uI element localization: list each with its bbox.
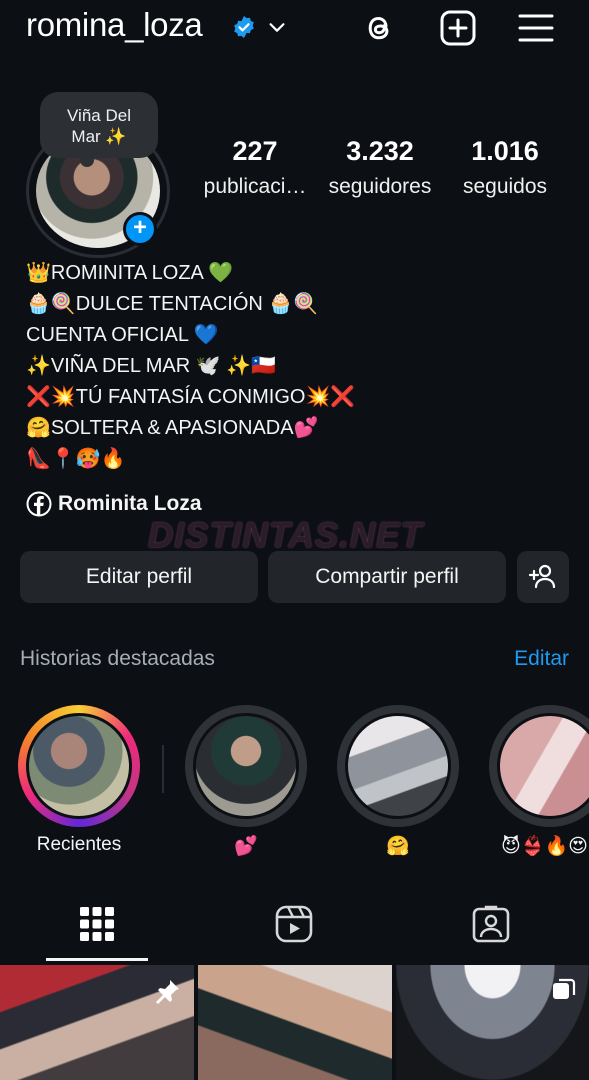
- profile-note-bubble[interactable]: Viña Del Mar ✨: [40, 92, 158, 167]
- highlight-label: 😈👙🔥😍: [501, 836, 588, 857]
- carousel-icon: [553, 978, 576, 999]
- facebook-profile-link[interactable]: Rominita Loza: [26, 490, 202, 518]
- stat-following[interactable]: 1.016 seguidos: [452, 136, 558, 199]
- pin-icon: [156, 980, 179, 1004]
- new-post-icon[interactable]: [438, 8, 478, 48]
- bio-line: CUENTA OFICIAL 💙: [26, 324, 219, 346]
- threads-icon[interactable]: [359, 8, 399, 48]
- reels-icon[interactable]: [275, 905, 313, 943]
- highlight-label: 🤗: [386, 836, 410, 857]
- bio-line: 🧁🍭DULCE TENTACIÓN 🧁🍭: [26, 293, 319, 315]
- profile-tabs: [0, 890, 589, 962]
- bio-line: ✨VIÑA DEL MAR 🕊️ ✨🇨🇱: [26, 355, 277, 377]
- highlight-cover: [193, 713, 299, 819]
- highlight-label: 💕: [234, 836, 258, 857]
- highlight-label: Recientes: [36, 834, 122, 855]
- top-bar: romina_loza: [0, 0, 589, 60]
- highlight-divider: [162, 745, 164, 793]
- stat-posts-label: publicaci…: [203, 175, 307, 198]
- verified-badge-icon: [234, 16, 254, 38]
- discover-people-button[interactable]: [517, 551, 569, 603]
- active-tab-indicator: [46, 958, 148, 961]
- share-profile-button[interactable]: Compartir perfil: [268, 551, 506, 603]
- post-thumbnail[interactable]: [0, 965, 194, 1080]
- watermark-text: DISTINTAS.NET: [148, 516, 423, 555]
- bio-line: 👑ROMINITA LOZA 💚: [26, 262, 234, 284]
- highlight-cover: [497, 713, 589, 819]
- highlight-recientes[interactable]: [18, 705, 140, 827]
- tagged-icon[interactable]: [472, 905, 510, 943]
- highlight-item[interactable]: [489, 705, 589, 827]
- bio-line: 👠📍🥵🔥: [26, 448, 126, 470]
- add-person-icon: [528, 564, 556, 589]
- highlight-cover: [26, 713, 132, 819]
- highlight-item[interactable]: [185, 705, 307, 827]
- stat-followers[interactable]: 3.232 seguidores: [320, 136, 440, 199]
- highlight-cover: [345, 713, 451, 819]
- highlight-item[interactable]: [337, 705, 459, 827]
- chevron-down-icon[interactable]: [266, 16, 288, 38]
- bio-line: 🤗SOLTERA & APASIONADA💕: [26, 417, 319, 439]
- profile-username[interactable]: romina_loza: [26, 6, 203, 44]
- stat-following-count: 1.016: [471, 136, 539, 166]
- stat-followers-label: seguidores: [328, 175, 432, 198]
- grid-icon[interactable]: [78, 905, 116, 943]
- facebook-link-label: Rominita Loza: [58, 492, 202, 515]
- edit-profile-button[interactable]: Editar perfil: [20, 551, 258, 603]
- bio-line: ❌💥TÚ FANTASÍA CONMIGO💥❌: [26, 386, 356, 408]
- add-story-plus-icon[interactable]: +: [123, 212, 157, 246]
- post-thumbnail[interactable]: [198, 965, 392, 1080]
- stat-followers-count: 3.232: [346, 136, 414, 166]
- highlights-title: Historias destacadas: [20, 647, 215, 670]
- post-thumbnail[interactable]: [396, 965, 589, 1080]
- highlights-edit-link[interactable]: Editar: [514, 647, 569, 671]
- facebook-icon: [26, 491, 52, 517]
- profile-note-text: Viña Del Mar ✨: [67, 106, 131, 146]
- stat-posts-count: 227: [232, 136, 278, 166]
- profile-bio: 👑ROMINITA LOZA 💚 🧁🍭DULCE TENTACIÓN 🧁🍭 CU…: [26, 258, 566, 475]
- stat-posts[interactable]: 227 publicaci…: [196, 136, 314, 199]
- menu-icon[interactable]: [516, 8, 556, 48]
- stat-following-label: seguidos: [462, 175, 548, 198]
